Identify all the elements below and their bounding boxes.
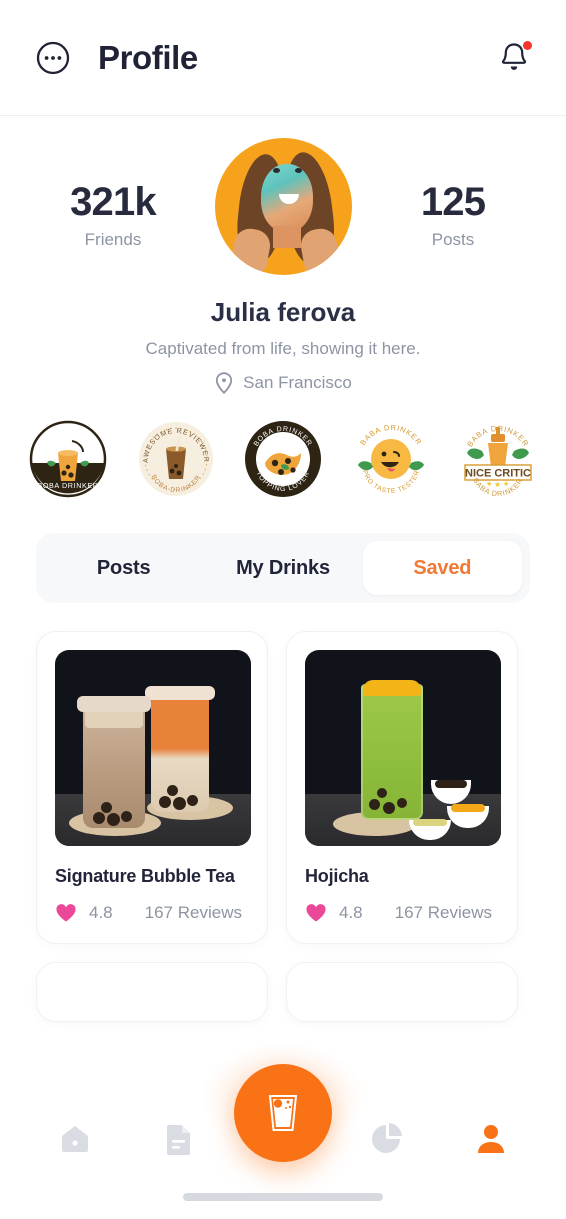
boba-pearl [167,785,178,796]
friends-label: Friends [84,230,142,249]
location-pin-icon [216,372,233,395]
cup-lid [77,696,151,712]
boba-pearl [93,812,105,824]
bowl-yellow-topping [413,819,447,826]
avatar-eye-right [294,168,302,173]
bottom-navigation [0,1021,566,1219]
badge-label: BOBA DRINKER [37,481,98,490]
nav-add-drink[interactable] [234,1064,332,1162]
pie-chart-icon [372,1123,402,1153]
heart-icon [306,904,326,922]
nav-profile[interactable] [468,1116,514,1162]
boba-pearl [121,811,132,822]
stat-posts[interactable]: 125 Posts [378,138,528,250]
nav-home[interactable] [52,1116,98,1162]
profile-bio: Captivated from life, showing it here. [145,339,421,358]
topping-lover-badge[interactable]: BOBA DRINKER TOPPING LOVER [243,419,323,499]
profile-section: 321k Friends 125 Posts Julia ferova Capt… [0,116,566,395]
drink-cup [151,694,209,812]
boba-pearl [107,813,120,826]
nav-documents[interactable] [156,1116,202,1162]
more-horizontal-circle-icon[interactable] [34,39,72,77]
drink-meta: 4.8 167 Reviews [305,903,499,923]
tab-saved[interactable]: Saved [362,541,522,595]
bowl-orange-boba [451,804,485,812]
cup-lid [145,686,215,700]
star-icon: ★ [494,480,501,489]
boba-pearl [369,799,380,810]
page-title: Profile [98,38,198,76]
stat-friends[interactable]: 321k Friends [38,138,188,250]
drink-meta: 4.8 167 Reviews [55,903,249,923]
drink-reviews: 167 Reviews [144,903,242,922]
bowl-boba [435,780,467,788]
stats-row: 321k Friends 125 Posts [0,138,566,275]
nav-stats[interactable] [364,1116,410,1162]
boba-drinker-badge[interactable]: BOBA DRINKER [28,419,108,499]
drink-card[interactable]: Hojicha 4.8 167 Reviews [286,631,518,944]
boba-cup-icon [268,1095,298,1131]
drink-rating: 4.8 [339,903,363,922]
profile-name: Julia ferova [210,297,356,327]
home-indicator[interactable] [183,1193,383,1201]
drink-image-hojicha [305,650,501,846]
profile-tabs: Posts My Drinks Saved [36,533,530,603]
drink-card-partial[interactable] [36,962,268,1022]
posts-count: 125 [420,180,486,224]
avatar[interactable] [214,138,352,275]
saved-drinks-grid: Signature Bubble Tea 4.8 167 Reviews Hoj… [0,603,566,1022]
notifications-button[interactable] [498,39,532,77]
pro-taste-tester-badge[interactable]: BABA DRINKER PRO TASTE TESTER [351,419,431,499]
badge-main-label: NICE CRITIC [465,468,531,480]
drink-card-partial[interactable] [286,962,518,1022]
boba-pearl [377,788,387,798]
boba-pearl [173,797,186,810]
boba-pearl [397,798,407,808]
awesome-reviewer-badge[interactable]: AWESOME REVIEWER BOBA DRINKER [136,419,216,499]
notification-dot [523,40,532,50]
boba-pearl [187,795,198,806]
heart-icon [56,904,76,922]
user-icon [478,1125,504,1153]
app-header: Profile [0,0,566,116]
avatar-neck [272,226,301,248]
drink-reviews: 167 Reviews [394,903,492,922]
avatar-thumb-right [297,226,342,275]
document-icon [167,1125,190,1155]
drink-image-bubble-tea [55,650,251,846]
friends-count: 321k [70,180,157,224]
drink-rating: 4.8 [89,903,113,922]
drink-card[interactable]: Signature Bubble Tea 4.8 167 Reviews [36,631,268,944]
tab-my-drinks[interactable]: My Drinks [203,541,362,595]
boba-pearl [101,802,112,813]
boba-pearl [383,802,395,814]
avatar-eye-left [272,168,280,173]
location-text: San Francisco [243,373,352,392]
posts-label: Posts [431,230,475,249]
drink-title: Hojicha [305,866,369,886]
boba-pearl [159,796,171,808]
profile-location: San Francisco [0,371,566,395]
badges-row: BOBA DRINKER AWESOME REVIEWER BOBA DRINK… [0,395,566,499]
nice-critic-badge[interactable]: NICE CRITIC BABA DRINKER ★ ★ ★ BABA DRIN… [458,419,538,499]
home-icon [62,1126,88,1152]
popping-boba-top [363,680,421,696]
tab-posts[interactable]: Posts [44,541,203,595]
drink-title: Signature Bubble Tea [55,866,235,886]
avatar-thumb-left [228,226,273,275]
profile-screen: Profile 321k Friends 125 Posts Julia fer… [0,0,566,1219]
